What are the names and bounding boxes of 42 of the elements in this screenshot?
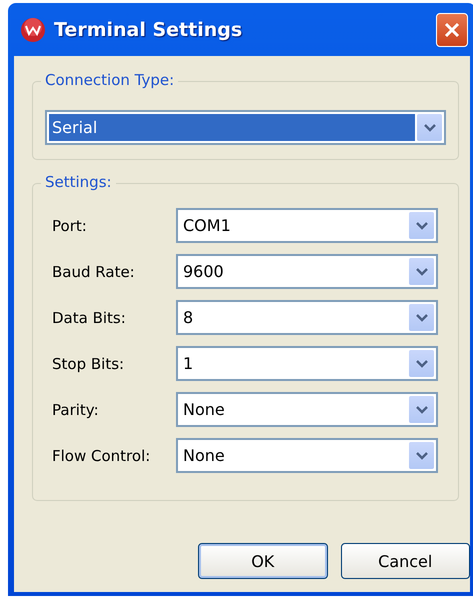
- chevron-down-icon: [424, 124, 436, 132]
- chevron-down-icon: [416, 406, 428, 414]
- chevron-down-icon: [416, 222, 428, 230]
- field-label: Port:: [52, 216, 88, 234]
- setting-dropdown[interactable]: 8: [176, 300, 438, 335]
- dropdown-value: COM1: [182, 215, 232, 237]
- chevron-down-icon: [416, 452, 428, 460]
- setting-dropdown[interactable]: 9600: [176, 254, 438, 289]
- field-label: Baud Rate:: [52, 262, 136, 280]
- close-icon: [443, 20, 461, 38]
- dropdown-value: 8: [182, 307, 194, 329]
- dropdown-value: 1: [182, 353, 194, 375]
- group-legend: Settings:: [41, 173, 116, 191]
- dropdown-value: None: [182, 445, 226, 467]
- field-label: Flow Control:: [52, 446, 152, 464]
- connection-type-dropdown[interactable]: Serial: [45, 110, 446, 145]
- dropdown-button[interactable]: [409, 212, 434, 239]
- dropdown-button[interactable]: [417, 114, 442, 141]
- dropdown-value: None: [182, 399, 226, 421]
- field-label: Stop Bits:: [52, 354, 126, 372]
- chevron-down-icon: [416, 268, 428, 276]
- setting-dropdown[interactable]: COM1: [176, 208, 438, 243]
- field-label: Parity:: [52, 400, 100, 418]
- dropdown-button[interactable]: [409, 442, 434, 469]
- dropdown-button[interactable]: [409, 396, 434, 423]
- setting-dropdown[interactable]: 1: [176, 346, 438, 381]
- setting-dropdown[interactable]: None: [176, 392, 438, 427]
- group-legend: Connection Type:: [41, 71, 178, 89]
- dropdown-button[interactable]: [409, 258, 434, 285]
- setting-dropdown[interactable]: None: [176, 438, 438, 473]
- cancel-button[interactable]: Cancel: [340, 543, 470, 579]
- dropdown-value: 9600: [182, 261, 225, 283]
- dropdown-value: Serial: [49, 114, 415, 141]
- field-label: Data Bits:: [52, 308, 127, 326]
- window-title: Terminal Settings: [54, 18, 242, 40]
- close-button[interactable]: [436, 12, 468, 46]
- ok-button[interactable]: OK: [198, 543, 328, 579]
- app-logo-icon: [20, 16, 46, 42]
- chevron-down-icon: [416, 314, 428, 322]
- dropdown-button[interactable]: [409, 350, 434, 377]
- chevron-down-icon: [416, 360, 428, 368]
- dropdown-button[interactable]: [409, 304, 434, 331]
